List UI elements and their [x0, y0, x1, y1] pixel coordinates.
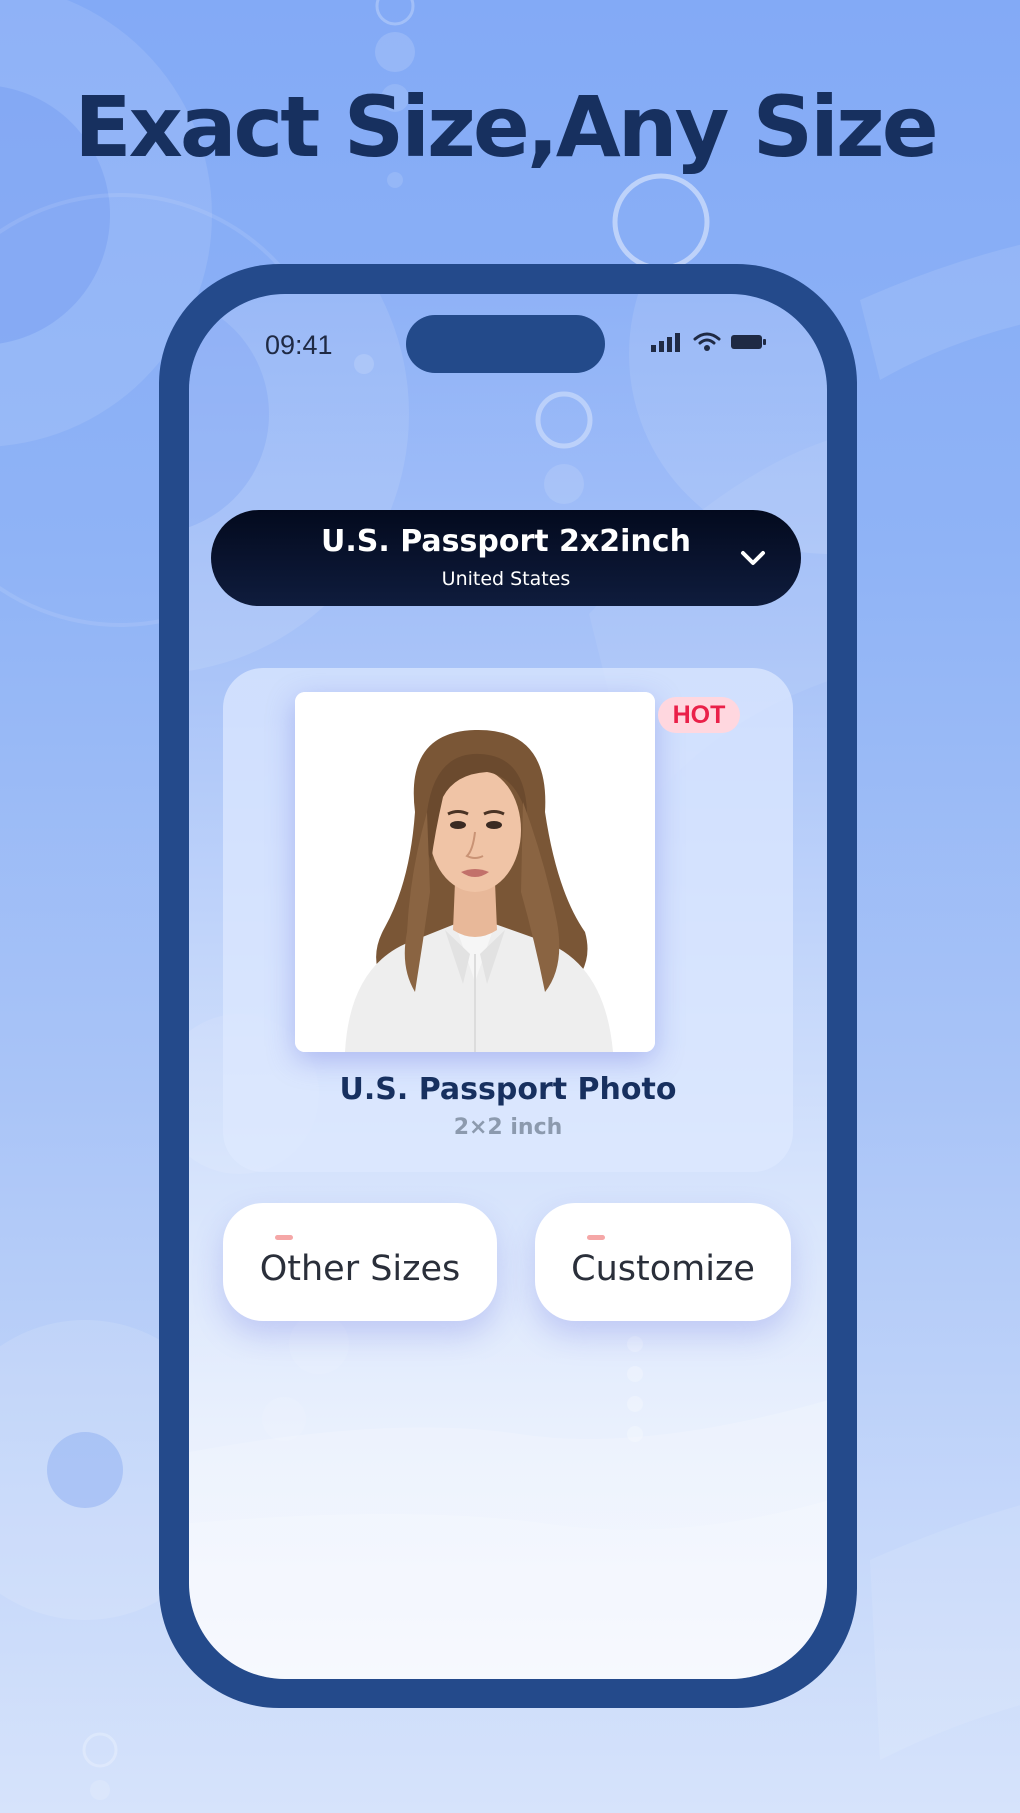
customize-button[interactable]: Customize	[535, 1203, 791, 1321]
battery-icon	[731, 333, 767, 355]
accent-mark	[275, 1235, 293, 1240]
status-time: 09:41	[265, 330, 333, 360]
featured-size: 2×2 inch	[453, 1115, 563, 1140]
accent-mark	[587, 1235, 605, 1240]
phone-screen: 09:41 U.S. Passport 2x2inch United State…	[189, 294, 827, 1679]
dynamic-island	[406, 315, 605, 373]
customize-label: Customize	[571, 1249, 755, 1289]
status-icons	[651, 332, 767, 356]
passport-photo	[295, 692, 655, 1052]
featured-title: U.S. Passport Photo	[339, 1072, 677, 1107]
chevron-down-icon	[735, 540, 771, 576]
other-sizes-button[interactable]: Other Sizes	[223, 1203, 497, 1321]
cellular-signal-icon	[651, 332, 683, 356]
size-selector-dropdown[interactable]: U.S. Passport 2x2inch United States	[211, 510, 801, 606]
wifi-icon	[693, 332, 721, 356]
other-sizes-label: Other Sizes	[259, 1249, 461, 1289]
headline: Exact Size,Any Size	[74, 78, 938, 176]
selector-country: United States	[441, 568, 571, 590]
selector-title: U.S. Passport 2x2inch	[321, 524, 691, 559]
hot-badge: HOT	[658, 697, 740, 733]
